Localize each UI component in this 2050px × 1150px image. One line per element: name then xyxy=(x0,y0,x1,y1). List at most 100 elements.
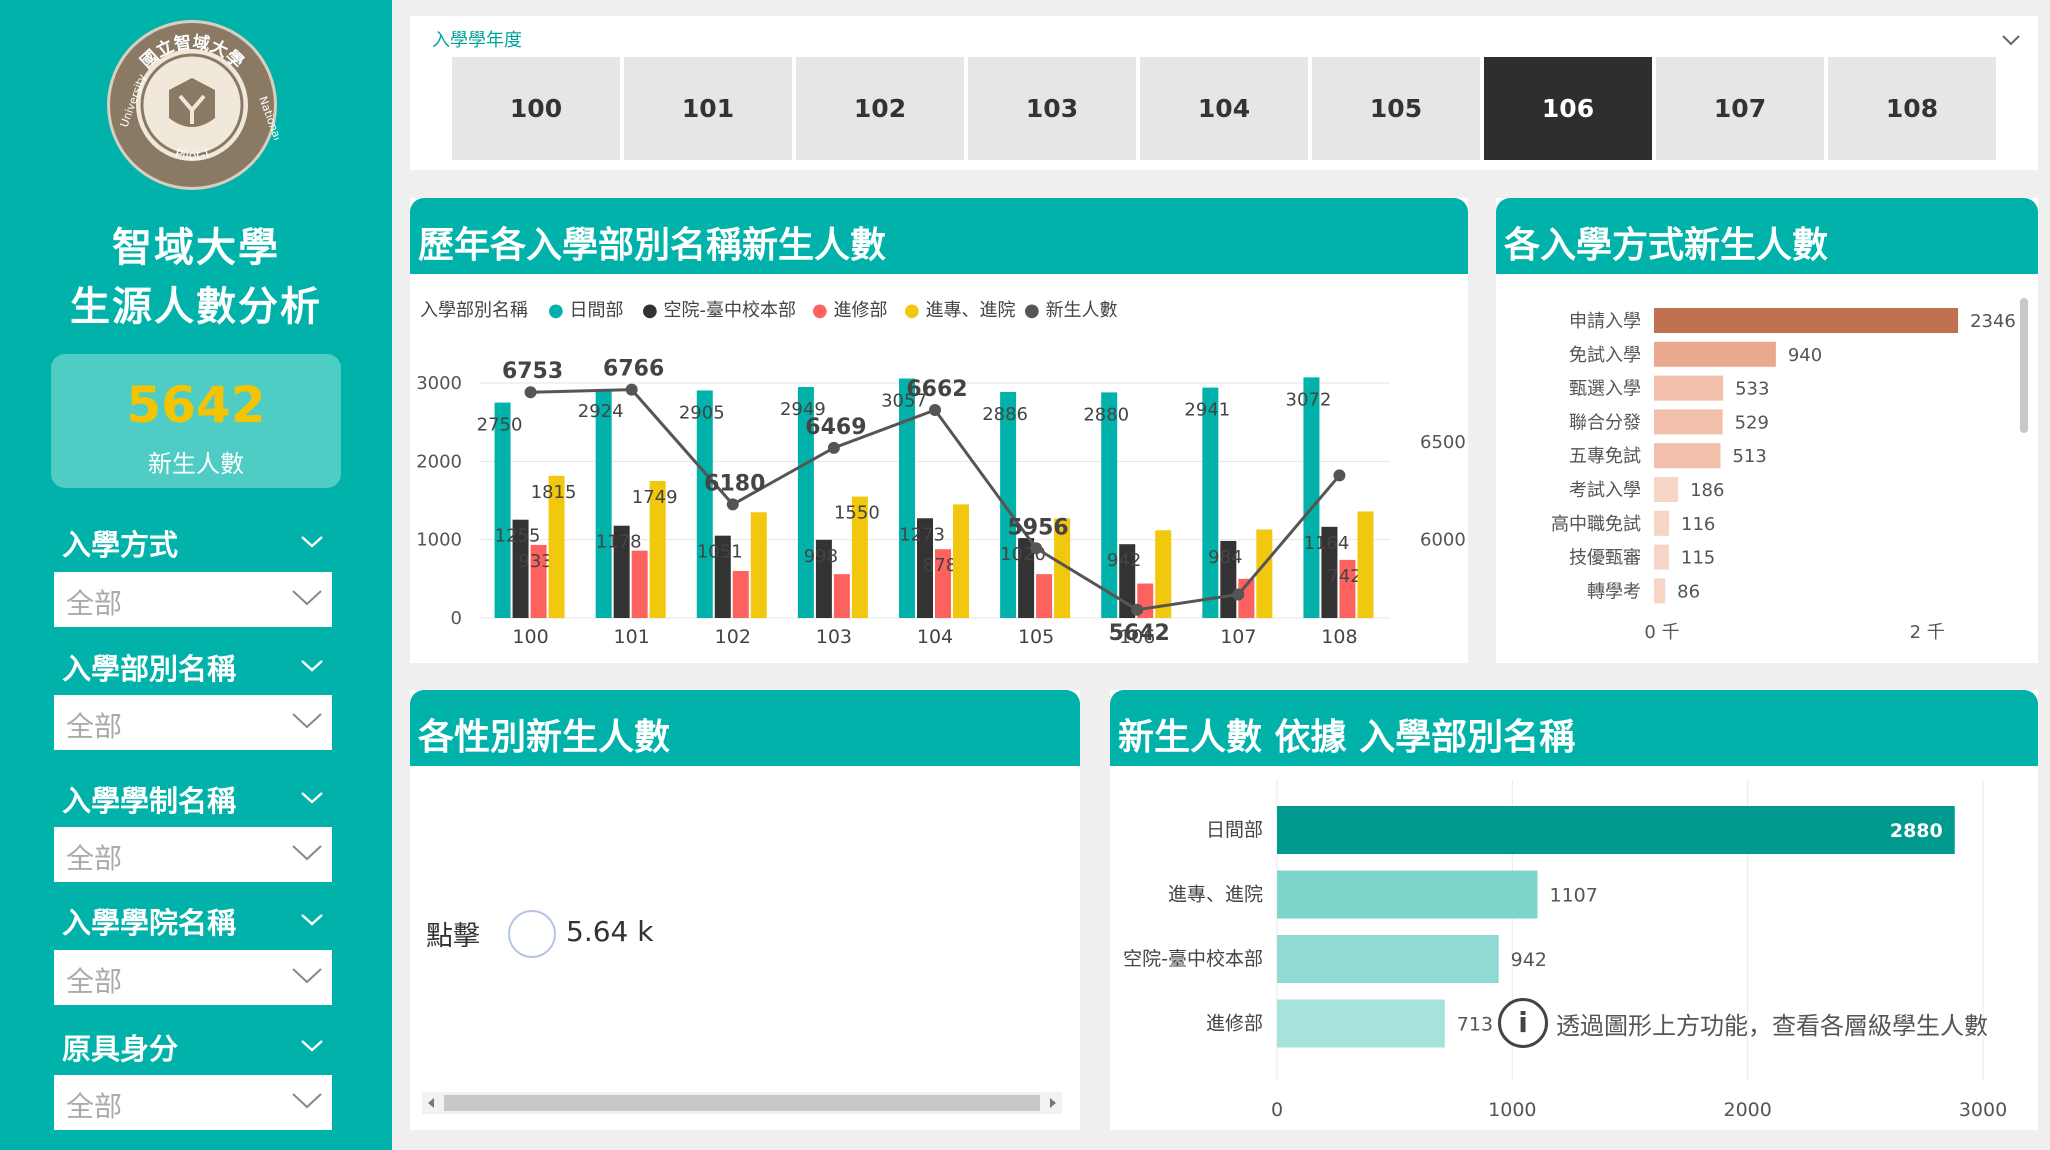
line-data-label: 6766 xyxy=(603,357,664,382)
bar xyxy=(899,378,915,618)
bar xyxy=(1277,999,1445,1048)
legend-title: 入學部別名稱 xyxy=(420,300,528,321)
dropdown-department[interactable]: 全部 xyxy=(54,695,332,750)
data-label: 942 xyxy=(1511,949,1547,971)
scrollbar-thumb[interactable] xyxy=(444,1095,1040,1111)
kpi-card: 5642 新生人數 xyxy=(51,354,341,488)
gender-total-value: 5.64 k xyxy=(566,915,654,948)
dropdown-program[interactable]: 全部 xyxy=(54,827,332,882)
year-button[interactable]: 103 xyxy=(968,57,1136,160)
scroll-left-icon[interactable] xyxy=(426,1097,436,1109)
y-tick-label: 1000 xyxy=(416,530,462,551)
line-point xyxy=(524,386,537,399)
category-label: 申請入學 xyxy=(1569,311,1641,332)
legend-item[interactable]: ● 空院-臺中校本部 xyxy=(642,296,796,322)
legend-item[interactable]: ● 新生人數 xyxy=(1024,296,1117,322)
x-tick-label: 0 千 xyxy=(1644,622,1679,643)
panel-header: 各入學方式新生人數 xyxy=(1496,198,2038,274)
legend-label: 空院-臺中校本部 xyxy=(663,300,796,321)
dropdown-identity[interactable]: 全部 xyxy=(54,1075,332,1130)
chevron-down-icon[interactable] xyxy=(300,530,324,554)
bar xyxy=(1654,409,1723,435)
chevron-down-icon[interactable] xyxy=(300,1034,324,1058)
data-label: 513 xyxy=(1732,446,1766,467)
bar xyxy=(1256,529,1273,618)
legend-item[interactable]: ● 進專、進院 xyxy=(904,296,1015,322)
panel-title: 各入學方式新生人數 xyxy=(1504,225,1829,266)
x-tick-label: 2 千 xyxy=(1910,622,1945,643)
year-button-selected[interactable]: 106 xyxy=(1484,57,1652,160)
x-tick-label: 105 xyxy=(1018,626,1054,648)
category-label: 技優甄審 xyxy=(1569,548,1641,569)
year-button[interactable]: 104 xyxy=(1140,57,1308,160)
year-button[interactable]: 105 xyxy=(1312,57,1480,160)
year-button[interactable]: 108 xyxy=(1828,57,1996,160)
university-logo: 國立智域大學 Pilot-I National University xyxy=(107,20,279,190)
data-label: 3072 xyxy=(1286,389,1332,410)
category-label: 甄選入學 xyxy=(1569,379,1641,400)
category-label: 進修部 xyxy=(1206,1013,1263,1035)
y2-tick-label: 6000 xyxy=(1420,530,1466,551)
scrollbar[interactable] xyxy=(2020,298,2028,433)
x-tick-label: 3000 xyxy=(1959,1099,2007,1121)
chart-legend: 入學部別名稱 ● 日間部 ● 空院-臺中校本部 ● 進修部 ● 進專、進院 ● … xyxy=(420,296,1460,326)
legend-label: 日間部 xyxy=(569,300,624,321)
data-label: 2886 xyxy=(982,404,1028,425)
data-label: 2346 xyxy=(1970,311,2016,332)
year-button[interactable]: 102 xyxy=(796,57,964,160)
bar xyxy=(1654,443,1721,469)
data-label: 942 xyxy=(1107,550,1141,571)
kpi-label: 新生人數 xyxy=(148,450,244,478)
line-data-label: 6469 xyxy=(805,415,866,440)
x-tick-label: 102 xyxy=(715,626,751,648)
line-data-label: 5642 xyxy=(1109,621,1170,646)
svg-text:Pilot-I: Pilot-I xyxy=(173,147,211,164)
data-label: 1107 xyxy=(1550,885,1598,907)
dropdown-college[interactable]: 全部 xyxy=(54,950,332,1005)
chevron-down-icon xyxy=(292,590,322,606)
data-label: 1051 xyxy=(697,542,743,563)
y-tick-label: 3000 xyxy=(416,373,462,394)
slicer-label-college: 入學學院名稱 xyxy=(62,906,237,940)
admission-method-chart: 申請入學 2346 免試入學 940 甄選入學 533 聯合分發 529 五專免試 513 考試入學… xyxy=(1551,308,2016,643)
bar xyxy=(833,574,850,618)
data-label: 2924 xyxy=(578,401,624,422)
data-label: 2880 xyxy=(1083,404,1129,425)
year-button[interactable]: 107 xyxy=(1656,57,1824,160)
drill-circle-button[interactable] xyxy=(508,910,556,958)
chevron-down-icon[interactable] xyxy=(300,908,324,932)
panel-header: 新生人數 依據 入學部別名稱 xyxy=(1110,690,2038,766)
bar xyxy=(1654,544,1669,570)
category-label: 進專、進院 xyxy=(1168,884,1263,906)
scroll-right-icon[interactable] xyxy=(1048,1097,1058,1109)
year-button[interactable]: 100 xyxy=(452,57,620,160)
chevron-down-icon[interactable] xyxy=(300,654,324,678)
data-label: 186 xyxy=(1690,480,1724,501)
legend-item[interactable]: ● 日間部 xyxy=(548,296,623,322)
chevron-down-icon[interactable] xyxy=(300,786,324,810)
x-tick-label: 0 xyxy=(1271,1099,1283,1121)
panel-header: 歷年各入學部別名稱新生人數 xyxy=(410,198,1468,274)
chevron-down-icon[interactable] xyxy=(2002,34,2020,46)
chevron-down-icon xyxy=(292,1093,322,1109)
department-chart: 0 1000 2000 3000 日間部 2880 進專、進院 1107 空院-臺中校本部 942… xyxy=(1123,780,2007,1121)
bar xyxy=(953,504,969,618)
info-icon[interactable]: i xyxy=(1498,998,1548,1048)
x-tick-label: 107 xyxy=(1220,626,1256,648)
year-button[interactable]: 101 xyxy=(624,57,792,160)
horizontal-scrollbar[interactable] xyxy=(422,1092,1062,1114)
y-tick-label: 2000 xyxy=(416,451,462,472)
logo-text-bottom: Pilot-I xyxy=(173,147,211,164)
line-data-label: 6753 xyxy=(502,359,563,384)
panel-title: 各性別新生人數 xyxy=(418,717,671,758)
legend-item[interactable]: ● 進修部 xyxy=(812,296,887,322)
dropdown-admission-method[interactable]: 全部 xyxy=(54,572,332,627)
chevron-down-icon xyxy=(292,845,322,861)
legend-label: 進修部 xyxy=(833,300,888,321)
slicer-label-department: 入學部別名稱 xyxy=(62,652,237,686)
bar xyxy=(1303,377,1320,618)
data-label: 2905 xyxy=(679,402,725,423)
x-tick-label: 108 xyxy=(1321,626,1357,648)
data-label: 116 xyxy=(1681,514,1715,535)
bar xyxy=(1654,341,1776,367)
